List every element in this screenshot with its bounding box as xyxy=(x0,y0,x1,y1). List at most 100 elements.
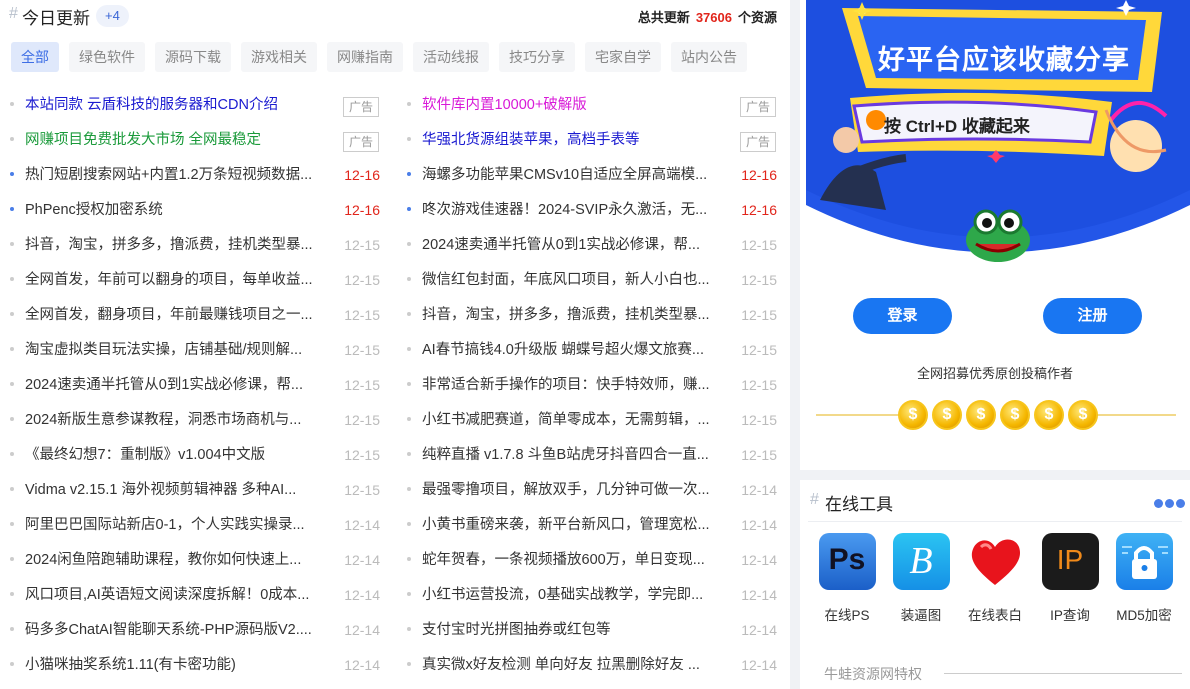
item-title[interactable]: 网赚项目免费批发大市场 全网最稳定 xyxy=(25,123,327,158)
item-title[interactable]: PhPenc授权加密系统 xyxy=(25,193,327,228)
more-dots-icon[interactable] xyxy=(1154,499,1185,508)
list-item[interactable]: 小红书减肥赛道，简单零成本，无需剪辑，... 12-15 xyxy=(407,403,777,438)
item-title[interactable]: Vidma v2.15.1 海外视频剪辑神器 多种AI... xyxy=(25,473,327,508)
item-title[interactable]: 本站同款 云盾科技的服务器和CDN介绍 xyxy=(25,88,327,123)
list-item[interactable]: 2024新版生意参谋教程，洞悉市场商机与... 12-15 xyxy=(10,403,380,438)
bullet-icon xyxy=(10,102,14,106)
list-item[interactable]: 支付宝时光拼图抽券或红包等 12-14 xyxy=(407,613,777,648)
photoshop-icon: Ps xyxy=(818,533,876,590)
list-item[interactable]: 小红书运营投流，0基础实战教学，学完即... 12-14 xyxy=(407,578,777,613)
list-item[interactable]: 《最终幻想7：重制版》v1.004中文版 12-15 xyxy=(10,438,380,473)
item-title[interactable]: 纯粹直播 v1.7.8 斗鱼B站虎牙抖音四合一直... xyxy=(422,438,724,473)
category-tab[interactable]: 技巧分享 xyxy=(499,42,575,72)
list-item[interactable]: 非常适合新手操作的项目：快手特效师，赚... 12-15 xyxy=(407,368,777,403)
tool-md5-encrypt[interactable]: MD5加密 xyxy=(1114,533,1174,624)
item-title[interactable]: 热门短剧搜索网站+内置1.2万条短视频数据... xyxy=(25,158,327,193)
category-tab[interactable]: 活动线报 xyxy=(413,42,489,72)
list-item[interactable]: 全网首发，年前可以翻身的项目，每单收益... 12-15 xyxy=(10,263,380,298)
bullet-icon xyxy=(10,557,14,561)
item-title[interactable]: 华强北货源组装苹果，高档手表等 xyxy=(422,123,724,158)
bullet-icon xyxy=(10,137,14,141)
category-tab[interactable]: 宅家自学 xyxy=(585,42,661,72)
register-button[interactable]: 注册 xyxy=(1043,298,1142,334)
item-title[interactable]: 真实微x好友检测 单向好友 拉黑删除好友 ... xyxy=(422,648,724,683)
ad-list-item[interactable]: 华强北货源组装苹果，高档手表等 广告 xyxy=(407,123,777,158)
list-item[interactable]: 阿里巴巴国际站新店0-1，个人实践实操录... 12-14 xyxy=(10,508,380,543)
category-tab[interactable]: 绿色软件 xyxy=(69,42,145,72)
list-item[interactable]: 真实微x好友检测 单向好友 拉黑删除好友 ... 12-14 xyxy=(407,648,777,683)
list-item[interactable]: 2024闲鱼陪跑辅助课程，教你如何快速上... 12-14 xyxy=(10,543,380,578)
item-title[interactable]: 小红书减肥赛道，简单零成本，无需剪辑，... xyxy=(422,403,724,438)
item-title[interactable]: 海螺多功能苹果CMSv10自适应全屏高端模... xyxy=(422,158,724,193)
list-item[interactable]: 2024速卖通半托管从0到1实战必修课，帮... 12-15 xyxy=(10,368,380,403)
list-item[interactable]: 码多多ChatAI智能聊天系统-PHP源码版V2.... 12-14 xyxy=(10,613,380,648)
item-title[interactable]: 码多多ChatAI智能聊天系统-PHP源码版V2.... xyxy=(25,613,327,648)
item-title[interactable]: 阿里巴巴国际站新店0-1，个人实践实操录... xyxy=(25,508,327,543)
tool-online-ps[interactable]: Ps 在线PS xyxy=(817,533,877,624)
bullet-icon xyxy=(407,452,411,456)
list-item[interactable]: 最强零撸项目，解放双手，几分钟可做一次... 12-14 xyxy=(407,473,777,508)
list-item[interactable]: Vidma v2.15.1 海外视频剪辑神器 多种AI... 12-15 xyxy=(10,473,380,508)
item-title[interactable]: 最强零撸项目，解放双手，几分钟可做一次... xyxy=(422,473,724,508)
coin-icon: $ xyxy=(1000,400,1030,430)
item-date: 12-15 xyxy=(741,377,777,393)
category-tab[interactable]: 站内公告 xyxy=(671,42,747,72)
item-title[interactable]: 咚次游戏佳速器！2024-SVIP永久激活，无... xyxy=(422,193,724,228)
item-title[interactable]: 小黄书重磅来袭，新平台新风口，管理宽松... xyxy=(422,508,724,543)
list-item[interactable]: 小猫咪抽奖系统1.11(有卡密功能) 12-14 xyxy=(10,648,380,683)
item-title[interactable]: 淘宝虚拟类目玩法实操，店铺基础/规则解... xyxy=(25,333,327,368)
item-title[interactable]: 《最终幻想7：重制版》v1.004中文版 xyxy=(25,438,327,473)
item-title[interactable]: 2024闲鱼陪跑辅助课程，教你如何快速上... xyxy=(25,543,327,578)
category-tab[interactable]: 全部 xyxy=(11,42,59,72)
item-title[interactable]: 小猫咪抽奖系统1.11(有卡密功能) xyxy=(25,648,327,683)
promo-panel: 好平台应该收藏分享 按 Ctrl+D 收藏起来 登录 注册 全网招募优秀原创投稿… xyxy=(800,0,1190,470)
category-tab[interactable]: 网赚指南 xyxy=(327,42,403,72)
list-item[interactable]: 小黄书重磅来袭，新平台新风口，管理宽松... 12-14 xyxy=(407,508,777,543)
list-item[interactable]: 蛇年贺春，一条视频播放600万，单日变现... 12-14 xyxy=(407,543,777,578)
list-item[interactable]: 淘宝虚拟类目玩法实操，店铺基础/规则解... 12-15 xyxy=(10,333,380,368)
ad-list-item[interactable]: 软件库内置10000+破解版 广告 xyxy=(407,88,777,123)
list-item[interactable]: 微信红包封面，年底风口项目，新人小白也... 12-15 xyxy=(407,263,777,298)
bookmark-banner[interactable]: 好平台应该收藏分享 按 Ctrl+D 收藏起来 xyxy=(806,0,1190,275)
item-date: 12-15 xyxy=(741,272,777,288)
item-title[interactable]: 全网首发，年前可以翻身的项目，每单收益... xyxy=(25,263,327,298)
item-title[interactable]: 小红书运营投流，0基础实战教学，学完即... xyxy=(422,578,724,613)
list-item[interactable]: 抖音，淘宝，拼多多，撸派费，挂机类型暴... 12-15 xyxy=(407,298,777,333)
list-item[interactable]: 热门短剧搜索网站+内置1.2万条短视频数据... 12-16 xyxy=(10,158,380,193)
item-title[interactable]: 支付宝时光拼图抽券或红包等 xyxy=(422,613,724,648)
item-title[interactable]: 2024速卖通半托管从0到1实战必修课，帮... xyxy=(422,228,724,263)
list-item[interactable]: 全网首发，翻身项目，年前最赚钱项目之一... 12-15 xyxy=(10,298,380,333)
list-item[interactable]: 抖音，淘宝，拼多多，撸派费，挂机类型暴... 12-15 xyxy=(10,228,380,263)
item-title[interactable]: 蛇年贺春，一条视频播放600万，单日变现... xyxy=(422,543,724,578)
item-title[interactable]: 全网首发，翻身项目，年前最赚钱项目之一... xyxy=(25,298,327,333)
item-title[interactable]: 2024速卖通半托管从0到1实战必修课，帮... xyxy=(25,368,327,403)
tool-love-confession[interactable]: 在线表白 xyxy=(965,533,1025,624)
category-tab[interactable]: 源码下载 xyxy=(155,42,231,72)
item-title[interactable]: 抖音，淘宝，拼多多，撸派费，挂机类型暴... xyxy=(422,298,724,333)
total-suffix: 个资源 xyxy=(737,10,777,25)
item-title[interactable]: 微信红包封面，年底风口项目，新人小白也... xyxy=(422,263,724,298)
item-title[interactable]: 软件库内置10000+破解版 xyxy=(422,88,724,123)
category-tab[interactable]: 游戏相关 xyxy=(241,42,317,72)
item-title[interactable]: 抖音，淘宝，拼多多，撸派费，挂机类型暴... xyxy=(25,228,327,263)
list-item[interactable]: 咚次游戏佳速器！2024-SVIP永久激活，无... 12-16 xyxy=(407,193,777,228)
total-count: 37606 xyxy=(695,10,732,25)
list-item[interactable]: 风口项目,AI英语短文阅读深度拆解！0成本... 12-14 xyxy=(10,578,380,613)
tool-label: 在线PS xyxy=(824,608,870,623)
login-button[interactable]: 登录 xyxy=(853,298,952,334)
ad-list-item[interactable]: 网赚项目免费批发大市场 全网最稳定 广告 xyxy=(10,123,380,158)
item-date: 12-15 xyxy=(344,447,380,463)
item-title[interactable]: 非常适合新手操作的项目：快手特效师，赚... xyxy=(422,368,724,403)
tool-fake-image[interactable]: B 装逼图 xyxy=(891,533,951,624)
item-title[interactable]: AI春节搞钱4.0升级版 蝴蝶号超火爆文旅赛... xyxy=(422,333,724,368)
list-item[interactable]: 海螺多功能苹果CMSv10自适应全屏高端模... 12-16 xyxy=(407,158,777,193)
item-title[interactable]: 2024新版生意参谋教程，洞悉市场商机与... xyxy=(25,403,327,438)
list-item[interactable]: PhPenc授权加密系统 12-16 xyxy=(10,193,380,228)
list-item[interactable]: AI春节搞钱4.0升级版 蝴蝶号超火爆文旅赛... 12-15 xyxy=(407,333,777,368)
bullet-icon xyxy=(407,417,411,421)
item-title[interactable]: 风口项目,AI英语短文阅读深度拆解！0成本... xyxy=(25,578,327,613)
ad-list-item[interactable]: 本站同款 云盾科技的服务器和CDN介绍 广告 xyxy=(10,88,380,123)
list-item[interactable]: 2024速卖通半托管从0到1实战必修课，帮... 12-15 xyxy=(407,228,777,263)
list-item[interactable]: 纯粹直播 v1.7.8 斗鱼B站虎牙抖音四合一直... 12-15 xyxy=(407,438,777,473)
tool-ip-lookup[interactable]: IP IP查询 xyxy=(1040,533,1100,624)
